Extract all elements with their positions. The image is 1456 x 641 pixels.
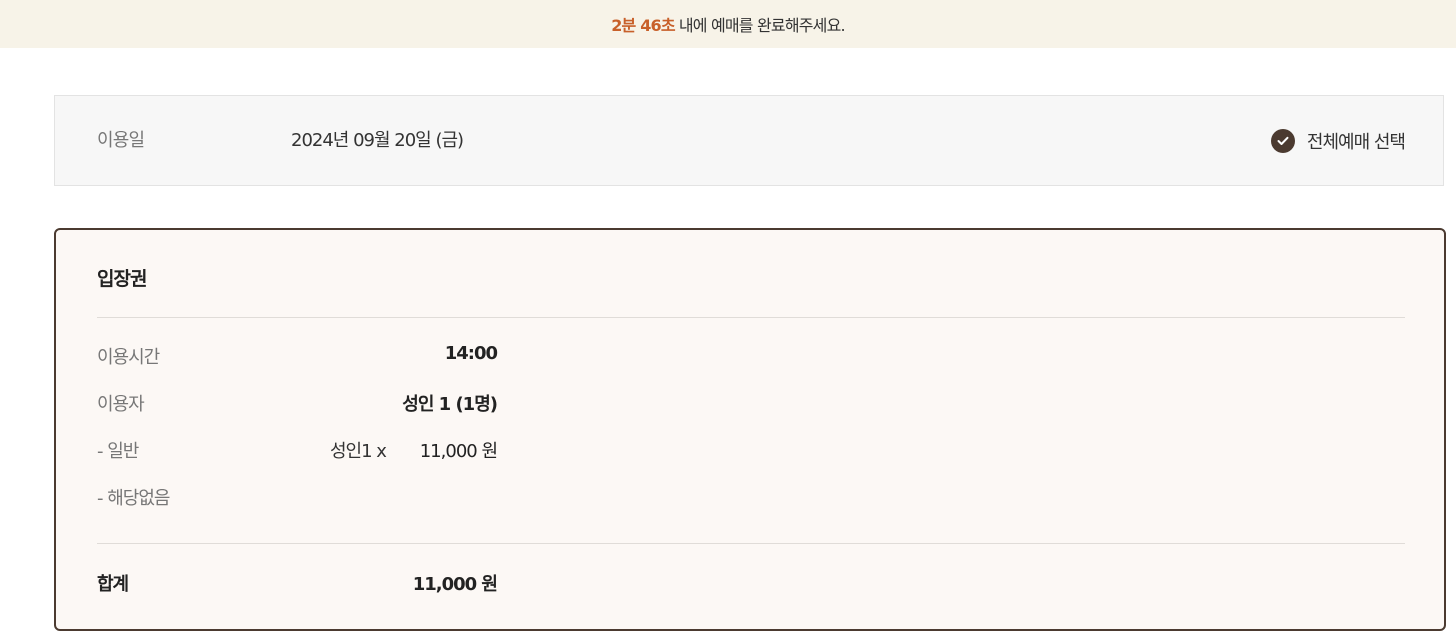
general-quantity: 성인1 x xyxy=(330,441,387,462)
date-panel: 이용일 2024년 09월 20일 (금) 전체예매 선택 xyxy=(54,95,1444,186)
ticket-title: 입장권 xyxy=(97,268,147,290)
user-value: 성인 1 (1명) xyxy=(402,394,498,415)
divider xyxy=(97,317,1405,318)
general-price: 11,000 원 xyxy=(419,441,498,462)
ticket-card: 입장권 이용시간 14:00 이용자 성인 1 (1명) - 일반 성인1 x … xyxy=(54,228,1446,631)
none-label: - 해당없음 xyxy=(97,488,170,509)
none-row: - 해당없음 xyxy=(97,484,497,512)
user-row: 이용자 성인 1 (1명) xyxy=(97,390,498,418)
general-label: - 일반 xyxy=(97,441,139,462)
timer-banner: 2분 46초 내에 예매를 완료해주세요. xyxy=(0,0,1456,48)
select-all-label[interactable]: 전체예매 선택 xyxy=(1307,128,1406,154)
divider xyxy=(97,543,1405,544)
date-value: 2024년 09월 20일 (금) xyxy=(291,130,464,151)
select-all-toggle[interactable]: 전체예매 선택 xyxy=(1270,96,1406,185)
date-label: 이용일 xyxy=(97,130,145,151)
general-row: - 일반 성인1 x 11,000 원 xyxy=(97,437,498,465)
check-circle-icon[interactable] xyxy=(1270,128,1295,153)
time-value: 14:00 xyxy=(444,343,498,364)
timer-message: 내에 예매를 완료해주세요. xyxy=(678,16,846,35)
time-row: 이용시간 14:00 xyxy=(97,343,498,371)
remaining-time: 2분 46초 xyxy=(611,16,675,35)
user-label: 이용자 xyxy=(97,394,145,415)
total-value: 11,000 원 xyxy=(412,574,498,595)
time-label: 이용시간 xyxy=(97,347,160,368)
